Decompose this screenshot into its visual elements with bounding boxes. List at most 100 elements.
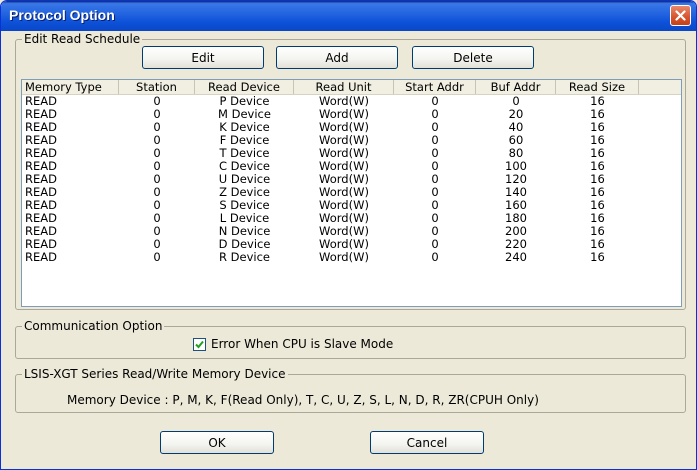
communication-option-label: Communication Option	[24, 319, 163, 333]
table-cell: 200	[505, 225, 527, 238]
table-cell: 0	[431, 199, 439, 212]
table-cell: Word(W)	[319, 251, 369, 264]
table-row[interactable]: READ 0 N Device Word(W) 0 200 16	[22, 225, 681, 238]
table-cell: Z Device	[219, 186, 270, 199]
table-cell: 16	[590, 95, 605, 108]
column-header-start-addr[interactable]: Start Addr	[394, 80, 476, 94]
table-cell: 0	[153, 199, 161, 212]
table-cell: READ	[25, 147, 57, 160]
column-header-buf-addr[interactable]: Buf Addr	[476, 80, 556, 94]
table-cell: 120	[505, 173, 527, 186]
table-cell: 16	[590, 199, 605, 212]
table-cell: 220	[505, 238, 527, 251]
table-cell: 16	[590, 251, 605, 264]
table-cell: 16	[590, 225, 605, 238]
table-cell: Word(W)	[319, 160, 369, 173]
slave-mode-error-label[interactable]: Error When CPU is Slave Mode	[211, 337, 393, 351]
table-cell: N Device	[218, 225, 271, 238]
edit-button[interactable]: Edit	[142, 46, 264, 69]
table-cell: READ	[25, 95, 57, 108]
table-cell: D Device	[218, 238, 271, 251]
table-cell: 0	[431, 121, 439, 134]
table-cell: 100	[505, 160, 527, 173]
table-row[interactable]: READ 0 D Device Word(W) 0 220 16	[22, 238, 681, 251]
table-cell: Word(W)	[319, 199, 369, 212]
table-cell: 16	[590, 147, 605, 160]
title-bar[interactable]: Protocol Option	[1, 1, 696, 31]
table-cell: READ	[25, 238, 57, 251]
column-header-read-device[interactable]: Read Device	[195, 80, 294, 94]
add-button[interactable]: Add	[276, 46, 398, 69]
delete-button[interactable]: Delete	[412, 46, 534, 69]
table-row[interactable]: READ 0 Z Device Word(W) 0 140 16	[22, 186, 681, 199]
table-row[interactable]: READ 0 C Device Word(W) 0 100 16	[22, 160, 681, 173]
table-row[interactable]: READ 0 U Device Word(W) 0 120 16	[22, 173, 681, 186]
table-row[interactable]: READ 0 K Device Word(W) 0 40 16	[22, 121, 681, 134]
table-cell: 0	[512, 95, 520, 108]
table-cell: READ	[25, 225, 57, 238]
column-header-memory-type[interactable]: Memory Type	[22, 80, 119, 94]
column-header-read-size[interactable]: Read Size	[556, 80, 639, 94]
table-cell: 0	[431, 173, 439, 186]
table-cell: 140	[505, 186, 527, 199]
table-row[interactable]: READ 0 M Device Word(W) 0 20 16	[22, 108, 681, 121]
table-cell: 0	[431, 238, 439, 251]
protocol-option-dialog: Protocol Option Edit Read Schedule Edit …	[0, 0, 697, 470]
table-cell: Word(W)	[319, 212, 369, 225]
table-cell: Word(W)	[319, 95, 369, 108]
table-cell: 0	[153, 186, 161, 199]
table-cell: 0	[431, 147, 439, 160]
table-cell: READ	[25, 251, 57, 264]
table-row[interactable]: READ 0 L Device Word(W) 0 180 16	[22, 212, 681, 225]
table-cell: U Device	[218, 173, 271, 186]
slave-mode-error-checkbox[interactable]	[193, 337, 206, 351]
table-cell: 0	[431, 251, 439, 264]
table-cell: 16	[590, 160, 605, 173]
list-body: READ 0 P Device Word(W) 0 0 16 READ 0 M Device Wor…	[22, 95, 681, 264]
table-cell: T Device	[219, 147, 270, 160]
close-icon	[675, 10, 686, 21]
table-cell: 0	[431, 108, 439, 121]
cancel-button[interactable]: Cancel	[370, 431, 484, 454]
table-cell: 0	[153, 238, 161, 251]
table-cell: 240	[505, 251, 527, 264]
table-cell: 0	[153, 212, 161, 225]
table-row[interactable]: READ 0 S Device Word(W) 0 160 16	[22, 199, 681, 212]
table-cell: Word(W)	[319, 186, 369, 199]
table-cell: READ	[25, 134, 57, 147]
table-cell: 0	[153, 95, 161, 108]
table-cell: 20	[508, 108, 524, 121]
ok-button[interactable]: OK	[160, 431, 274, 454]
table-cell: 0	[431, 160, 439, 173]
table-row[interactable]: READ 0 T Device Word(W) 0 80 16	[22, 147, 681, 160]
table-cell: READ	[25, 199, 57, 212]
column-header-station[interactable]: Station	[119, 80, 195, 94]
dialog-body: Edit Read Schedule Edit Add Delete Memor…	[5, 31, 692, 467]
table-cell: Word(W)	[319, 225, 369, 238]
checkmark-icon	[195, 340, 204, 348]
table-cell: 0	[431, 134, 439, 147]
table-cell: 0	[153, 173, 161, 186]
table-cell: 16	[590, 212, 605, 225]
table-cell: Word(W)	[319, 134, 369, 147]
table-cell: P Device	[219, 95, 270, 108]
table-row[interactable]: READ 0 F Device Word(W) 0 60 16	[22, 134, 681, 147]
read-schedule-list[interactable]: Memory Type Station Read Device Read Uni…	[21, 79, 682, 307]
table-cell: Word(W)	[319, 147, 369, 160]
table-row[interactable]: READ 0 R Device Word(W) 0 240 16	[22, 251, 681, 264]
table-row[interactable]: READ 0 P Device Word(W) 0 0 16	[22, 95, 681, 108]
table-cell: 60	[508, 134, 524, 147]
table-cell: S Device	[219, 199, 270, 212]
table-cell: READ	[25, 212, 57, 225]
slave-mode-error-option[interactable]: Error When CPU is Slave Mode	[193, 337, 393, 351]
table-cell: F Device	[219, 134, 270, 147]
table-cell: READ	[25, 160, 57, 173]
table-cell: 16	[590, 173, 605, 186]
table-cell: 0	[153, 251, 161, 264]
column-header-read-unit[interactable]: Read Unit	[294, 80, 394, 94]
table-cell: READ	[25, 108, 57, 121]
close-button[interactable]	[670, 5, 691, 26]
memory-device-text: Memory Device : P, M, K, F(Read Only), T…	[67, 393, 539, 407]
table-cell: R Device	[219, 251, 270, 264]
table-cell: K Device	[219, 121, 270, 134]
